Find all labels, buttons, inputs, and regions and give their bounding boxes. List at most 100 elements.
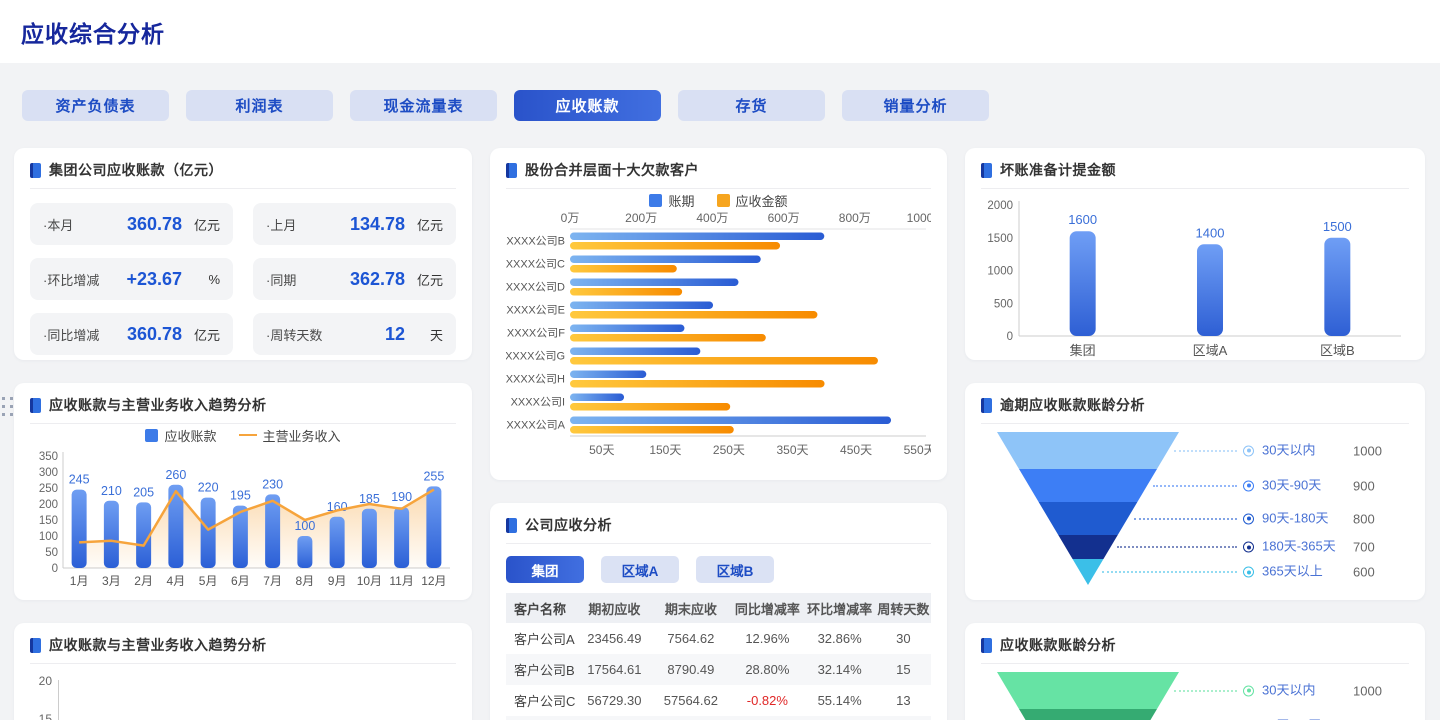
tab-利润表[interactable]: 利润表	[186, 90, 333, 121]
svg-text:220: 220	[198, 481, 219, 495]
funnel-legend-label: 90天-180天	[1262, 511, 1344, 526]
funnel-legend-value: 1000	[1353, 683, 1382, 698]
legend-bullet-icon	[1243, 542, 1254, 553]
svg-text:1000万: 1000万	[907, 211, 931, 225]
svg-text:XXXX公司B: XXXX公司B	[506, 236, 565, 248]
svg-text:255: 255	[423, 469, 444, 483]
funnel-legend-value: 800	[1353, 511, 1375, 526]
funnel-segment[interactable]	[997, 432, 1179, 469]
funnel-legend-value: 900	[1353, 478, 1375, 493]
overdue-aging-card: 逾期应收账款账龄分析 30天以内100030天-90天90090天-180天80…	[965, 383, 1425, 600]
card-title-icon	[30, 398, 41, 413]
debtors-legend: 账期 应收金额	[506, 189, 931, 211]
svg-text:450天: 450天	[840, 443, 872, 457]
top-debtors-chart[interactable]: 0万200万400万600万800万1000万50天150天250天350天45…	[506, 211, 931, 463]
svg-text:6月: 6月	[231, 574, 250, 588]
kpi-current-month: ·本月 360.78 亿元	[30, 203, 233, 245]
svg-text:9月: 9月	[328, 574, 347, 588]
svg-text:1500: 1500	[987, 233, 1013, 245]
bad-debt-card-title: 坏账准备计提金额	[1000, 160, 1116, 180]
tab-存货[interactable]: 存货	[678, 90, 825, 121]
svg-text:250: 250	[39, 483, 58, 495]
tab-应收账款[interactable]: 应收账款	[514, 90, 661, 121]
svg-text:1000: 1000	[987, 266, 1013, 278]
kpi-last-month: ·上月 134.78 亿元	[253, 203, 456, 245]
svg-text:区域A: 区域A	[1193, 343, 1228, 358]
svg-text:190: 190	[391, 490, 412, 504]
funnel-legend-label: 180天-365天	[1262, 540, 1344, 555]
svg-text:300: 300	[39, 467, 58, 479]
tab-资产负债表[interactable]: 资产负债表	[22, 90, 169, 121]
mini-trend-card: 应收账款与主营业务收入趋势分析 20 15 10	[14, 623, 472, 720]
mini-ytick: 20	[30, 674, 52, 688]
funnel-legend-label: 30天以内	[1262, 683, 1344, 698]
table-row[interactable]: 客户公司A23456.497564.6212.96%32.86%30	[506, 623, 931, 654]
svg-text:区域B: 区域B	[1320, 343, 1355, 358]
svg-text:XXXX公司E: XXXX公司E	[506, 305, 565, 317]
funnel-legend-label: 30天以内	[1262, 443, 1344, 458]
bad-debt-chart[interactable]: 05001000150020001600集团1400区域A1500区域B	[981, 189, 1409, 360]
page-title: 应收综合分析	[21, 15, 165, 49]
trend-chart[interactable]: 0501001502002503003502452102052602201952…	[30, 446, 456, 596]
svg-text:8月: 8月	[296, 574, 315, 588]
svg-text:150天: 150天	[649, 443, 681, 457]
funnel-legend-label: 365天以上	[1262, 565, 1344, 580]
kpi-turnover-days: ·周转天数 12 天	[253, 313, 456, 355]
svg-text:XXXX公司I: XXXX公司I	[511, 397, 565, 409]
company-tab-区域B[interactable]: 区域B	[696, 556, 774, 583]
svg-text:250天: 250天	[713, 443, 745, 457]
funnel-leader-line	[1174, 450, 1237, 452]
bad-debt-card: 坏账准备计提金额 05001000150020001600集团1400区域A15…	[965, 148, 1425, 360]
svg-text:1500: 1500	[1323, 219, 1352, 234]
svg-text:100: 100	[39, 531, 58, 543]
drag-handle-icon[interactable]	[2, 397, 14, 416]
svg-text:3月: 3月	[102, 574, 121, 588]
table-row[interactable]: 客户公司D17564.62200456.4912.96%-0.56%19	[506, 716, 931, 720]
receivable-aging-funnel[interactable]: 30天以内100030天-90天90090天-180天800180天-365天7…	[981, 672, 1409, 720]
card-title-icon	[981, 163, 992, 178]
mini-trend-chart[interactable]: 20 15 10	[30, 674, 456, 720]
funnel-legend-label: 30天-90天	[1262, 478, 1344, 493]
svg-text:10月: 10月	[357, 574, 382, 588]
table-row[interactable]: 客户公司B17564.618790.4928.80%32.14%15	[506, 654, 931, 685]
amount-legend-icon	[717, 194, 730, 207]
line-legend-icon	[239, 434, 257, 436]
svg-text:200: 200	[39, 499, 58, 511]
svg-text:4月: 4月	[167, 574, 186, 588]
tab-现金流量表[interactable]: 现金流量表	[350, 90, 497, 121]
company-tab-集团[interactable]: 集团	[506, 556, 584, 583]
receivable-aging-title: 应收账款账龄分析	[1000, 635, 1116, 655]
mini-ytick: 15	[30, 712, 52, 720]
funnel-legend-value: 700	[1353, 540, 1375, 555]
company-tab-区域A[interactable]: 区域A	[601, 556, 679, 583]
left-column: 集团公司应收账款（亿元） ·本月 360.78 亿元 ·上月 134.78 亿元…	[14, 148, 472, 720]
table-header-row[interactable]: 客户名称期初应收期末应收同比增减率环比增减率周转天数	[506, 593, 931, 623]
trend-chart-card: 应收账款与主营业务收入趋势分析 应收账款 主营业务收入 050100150200…	[14, 383, 472, 600]
svg-text:XXXX公司A: XXXX公司A	[506, 420, 565, 432]
svg-text:0万: 0万	[561, 211, 580, 225]
svg-text:0: 0	[1007, 331, 1013, 343]
overdue-aging-funnel[interactable]: 30天以内100030天-90天90090天-180天800180天-365天7…	[981, 432, 1409, 600]
table-row[interactable]: 客户公司C56729.3057564.62-0.82%55.14%13	[506, 685, 931, 716]
kpi-card: 集团公司应收账款（亿元） ·本月 360.78 亿元 ·上月 134.78 亿元…	[14, 148, 472, 360]
funnel-segment[interactable]	[997, 709, 1179, 720]
legend-bullet-icon	[1243, 445, 1254, 456]
trend-legend: 应收账款 主营业务收入	[30, 424, 456, 446]
svg-text:195: 195	[230, 489, 251, 503]
funnel-leader-line	[1134, 518, 1237, 520]
card-title-icon	[981, 398, 992, 413]
funnel-leader-line	[1153, 485, 1237, 487]
funnel-legend-value: 600	[1353, 565, 1375, 580]
svg-text:200万: 200万	[625, 211, 657, 225]
legend-bullet-icon	[1243, 513, 1254, 524]
svg-text:350: 350	[39, 451, 58, 463]
funnel-segment[interactable]	[997, 672, 1179, 709]
kpi-grid: ·本月 360.78 亿元 ·上月 134.78 亿元 ·环比增减 +23.67…	[30, 203, 456, 355]
svg-text:2月: 2月	[134, 574, 153, 588]
svg-text:50天: 50天	[589, 443, 614, 457]
svg-text:210: 210	[101, 484, 122, 498]
svg-text:800万: 800万	[839, 211, 871, 225]
svg-text:2000: 2000	[987, 200, 1013, 212]
tab-销量分析[interactable]: 销量分析	[842, 90, 989, 121]
funnel-segment[interactable]	[997, 469, 1179, 502]
